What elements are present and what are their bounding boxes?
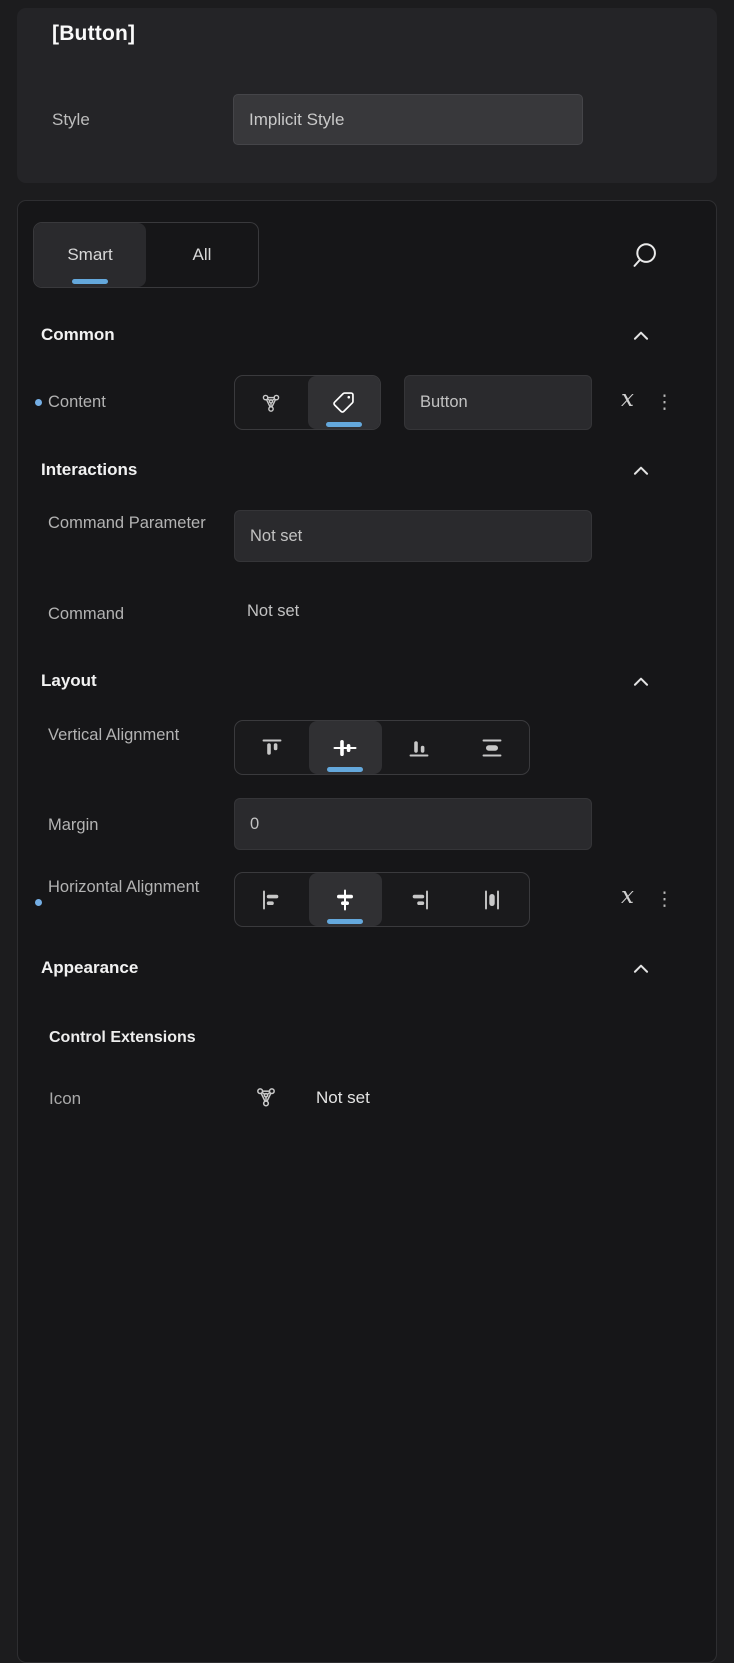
horizontal-alignment-segmented-control [234,872,530,927]
resource-icon [258,390,284,416]
horizontal-align-stretch-button[interactable] [456,873,530,926]
align-left-icon [258,888,286,912]
properties-panel: Smart All Common Content [17,200,717,1663]
vertical-align-stretch-button[interactable] [456,721,530,774]
content-mode-segmented-control [234,375,381,430]
command-parameter-input[interactable]: Not set [234,510,592,562]
section-layout-title: Layout [41,671,97,691]
vertical-align-top-button[interactable] [235,721,309,774]
content-modified-indicator [35,399,42,406]
section-layout-collapse-button[interactable] [630,671,652,693]
command-value[interactable]: Not set [247,602,299,621]
horizontal-alignment-active-indicator [327,919,363,924]
vertical-alignment-segmented-control [234,720,530,775]
horizontal-align-center-button[interactable] [309,873,383,926]
section-common-collapse-button[interactable] [630,325,652,347]
content-markup-extension-button[interactable]: x [621,386,634,412]
vertical-alignment-label: Vertical Alignment [48,721,208,749]
align-horizontal-center-icon [331,888,359,912]
selection-header-card: [Button] Style Implicit Style [17,8,717,183]
content-more-options-button[interactable]: ⋮ [655,391,674,414]
view-tabs: Smart All [33,222,259,288]
resource-icon [252,1083,280,1111]
align-vertical-center-icon [331,736,359,760]
command-label: Command [48,600,208,628]
tag-icon [330,389,357,416]
align-top-icon [258,736,286,760]
chevron-up-icon [630,958,652,980]
selected-element-title: [Button] [52,22,135,46]
tab-all-label: All [193,245,212,265]
tab-all[interactable]: All [146,223,258,287]
tab-smart-label: Smart [67,245,112,265]
margin-label: Margin [48,811,208,839]
vertical-align-center-button[interactable] [309,721,383,774]
horizontal-alignment-more-options-button[interactable]: ⋮ [655,888,674,911]
vertical-alignment-active-indicator [327,767,363,772]
section-appearance-title: Appearance [41,958,138,978]
chevron-up-icon [630,325,652,347]
horizontal-align-left-button[interactable] [235,873,309,926]
section-interactions-title: Interactions [41,460,137,480]
horizontal-stretch-icon [478,888,506,912]
tab-smart-active-indicator [72,279,108,284]
chevron-up-icon [630,460,652,482]
icon-label: Icon [49,1089,81,1109]
content-mode-literal-button[interactable] [308,376,381,429]
align-bottom-icon [405,736,433,760]
horizontal-alignment-label: Horizontal Alignment [48,873,208,901]
style-label: Style [52,110,90,130]
margin-input[interactable]: 0 [234,798,592,850]
icon-value[interactable]: Not set [316,1088,370,1108]
horizontal-align-right-button[interactable] [382,873,456,926]
vertical-align-bottom-button[interactable] [382,721,456,774]
section-interactions-collapse-button[interactable] [630,460,652,482]
style-input[interactable]: Implicit Style [233,94,583,145]
vertical-stretch-icon [478,736,506,760]
section-common-title: Common [41,325,115,345]
section-appearance-collapse-button[interactable] [630,958,652,980]
horizontal-alignment-markup-extension-button[interactable]: x [621,883,634,909]
icon-resource-button[interactable] [252,1083,280,1111]
content-label: Content [48,388,208,416]
search-icon [628,240,660,272]
content-mode-active-indicator [326,422,362,427]
tab-smart[interactable]: Smart [34,223,146,287]
content-mode-resource-button[interactable] [235,376,308,429]
chevron-up-icon [630,671,652,693]
control-extensions-title: Control Extensions [49,1029,196,1047]
content-value-input[interactable]: Button [404,375,592,430]
search-button[interactable] [622,234,666,278]
align-right-icon [405,888,433,912]
command-parameter-label: Command Parameter [48,509,208,537]
horizontal-alignment-modified-indicator [35,899,42,906]
